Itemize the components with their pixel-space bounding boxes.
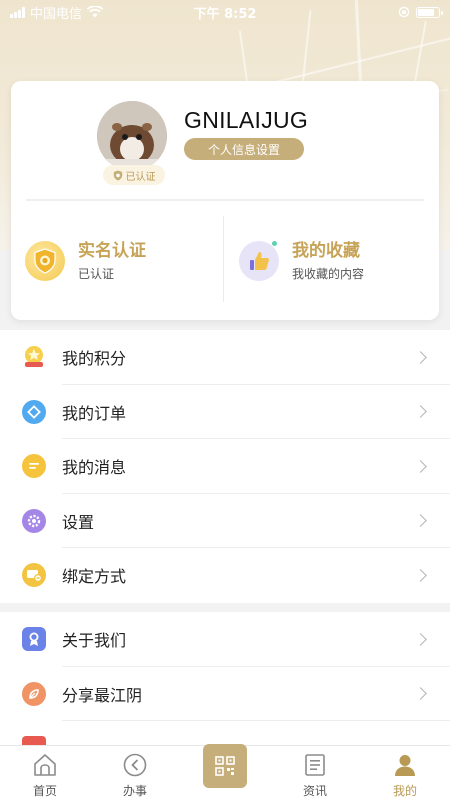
- home-icon: [32, 752, 58, 778]
- menu-label: 我的积分: [62, 349, 127, 369]
- wifi-icon: [87, 6, 104, 18]
- menu-label: 我的订单: [62, 403, 127, 423]
- qr-scan-icon[interactable]: [203, 744, 247, 788]
- avatar-container[interactable]: 已认证: [97, 101, 169, 185]
- tab-news[interactable]: 资讯: [270, 746, 360, 800]
- feature-title: 实名认证: [78, 241, 146, 261]
- profile-settings-button[interactable]: 个人信息设置: [184, 138, 304, 160]
- about-badge-icon: [22, 627, 46, 652]
- signal-icon: [10, 6, 25, 18]
- menu-group-account: 我的积分 我的订单 我的消息 设置 绑定方式: [0, 330, 450, 603]
- card-divider: [26, 199, 424, 201]
- bind-card-icon: [22, 563, 46, 588]
- chevron-right-icon: [414, 514, 427, 528]
- status-time: 下午 8:52: [193, 6, 257, 22]
- points-star-icon: [22, 345, 46, 369]
- chevron-right-icon: [414, 350, 427, 364]
- chevron-right-icon: [414, 568, 427, 582]
- menu-label: 分享最江阴: [62, 685, 143, 705]
- version-icon: [22, 736, 46, 745]
- shield-medal-icon: [25, 241, 65, 281]
- profile-card: 已认证 GNILAIJUG 个人信息设置 实名认证 已认证 我的收藏 我收藏的内…: [11, 81, 439, 320]
- menu-item-orders[interactable]: 我的订单: [0, 385, 450, 440]
- verified-badge: 已认证: [103, 165, 165, 185]
- status-bar: 中国电信 下午 8:52: [0, 0, 450, 24]
- service-icon: [122, 752, 148, 778]
- message-bubble-icon: [22, 454, 46, 479]
- tab-label: 办事: [122, 784, 147, 798]
- chevron-right-icon: [414, 687, 427, 701]
- feature-title: 我的收藏: [292, 241, 360, 261]
- battery-icon: [416, 6, 443, 18]
- menu-group-app: 关于我们 分享最江阴: [0, 612, 450, 745]
- gear-icon: [22, 508, 46, 533]
- feature-subtitle: 已认证: [78, 267, 115, 281]
- chevron-right-icon: [414, 459, 427, 473]
- tab-mine[interactable]: 我的: [360, 746, 450, 800]
- menu-item-settings[interactable]: 设置: [0, 494, 450, 549]
- orientation-lock-icon: [398, 6, 410, 18]
- chevron-right-icon: [414, 632, 427, 646]
- menu-label: 绑定方式: [62, 567, 127, 587]
- news-icon: [302, 752, 328, 778]
- tab-scan[interactable]: [180, 744, 270, 800]
- tab-label: 首页: [32, 784, 57, 798]
- thumbs-up-icon: [239, 241, 279, 281]
- menu-label: 我的消息: [62, 458, 127, 478]
- username: GNILAIJUG: [184, 107, 309, 133]
- tab-bar: 首页 办事 资讯 我的: [0, 744, 450, 800]
- order-diamond-icon: [22, 399, 46, 424]
- menu-label: 设置: [62, 512, 95, 532]
- chevron-right-icon: [414, 405, 427, 419]
- carrier-label: 中国电信: [30, 6, 83, 22]
- real-name-auth-entry[interactable]: 实名认证 已认证: [25, 236, 146, 286]
- favorites-entry[interactable]: 我的收藏 我收藏的内容: [239, 236, 364, 286]
- menu-label: 关于我们: [62, 631, 127, 651]
- tab-label: 资讯: [302, 784, 327, 798]
- share-leaf-icon: [22, 681, 46, 706]
- shield-check-icon: [113, 170, 122, 180]
- tab-label: 我的: [392, 784, 417, 798]
- verified-badge-label: 已认证: [125, 171, 156, 183]
- menu-item-partial[interactable]: [0, 721, 450, 745]
- menu-item-points[interactable]: 我的积分: [0, 330, 450, 385]
- person-icon: [392, 752, 418, 778]
- menu-item-messages[interactable]: 我的消息: [0, 439, 450, 494]
- tab-service[interactable]: 办事: [90, 746, 180, 800]
- menu-item-about[interactable]: 关于我们: [0, 612, 450, 667]
- tab-home[interactable]: 首页: [0, 746, 90, 800]
- feature-subtitle: 我收藏的内容: [292, 267, 365, 281]
- avatar[interactable]: [97, 101, 167, 171]
- card-vertical-divider: [223, 216, 224, 302]
- menu-item-share[interactable]: 分享最江阴: [0, 667, 450, 722]
- menu-item-binding[interactable]: 绑定方式: [0, 548, 450, 603]
